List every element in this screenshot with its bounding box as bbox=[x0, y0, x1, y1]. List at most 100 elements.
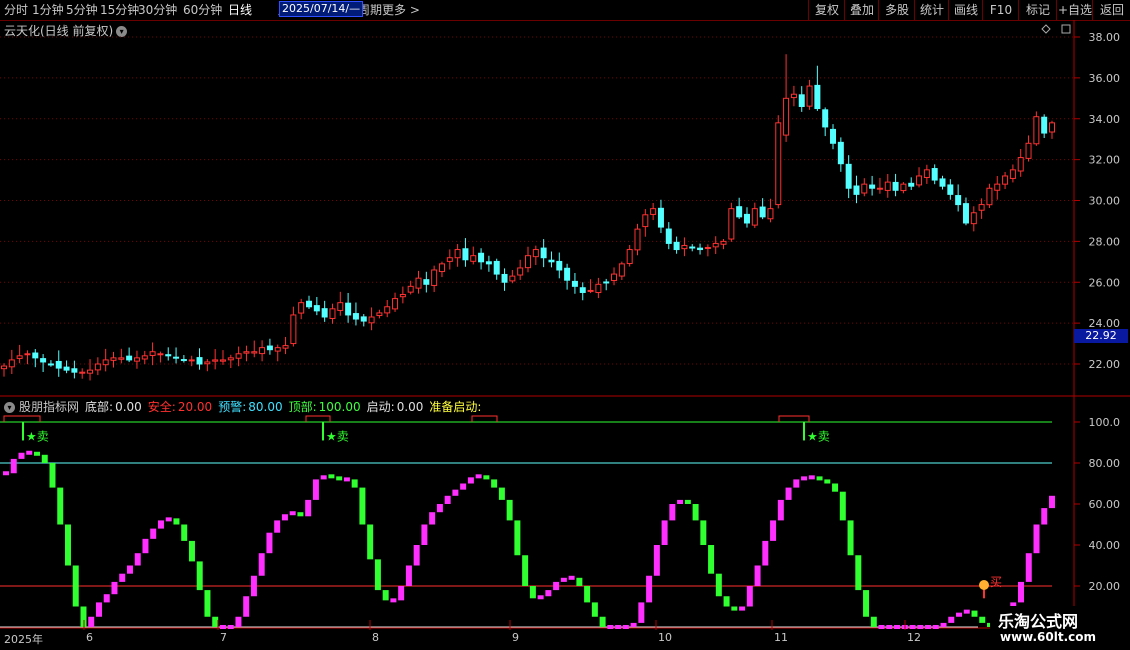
oscillator-bar bbox=[33, 451, 40, 456]
candle bbox=[235, 353, 242, 359]
candle bbox=[579, 287, 586, 293]
period-tab-5[interactable]: 60分钟 bbox=[183, 2, 222, 18]
oscillator-bar bbox=[739, 606, 746, 611]
candle bbox=[1017, 157, 1024, 172]
oscillator-bar bbox=[181, 524, 188, 541]
oscillator-bar bbox=[979, 616, 986, 623]
candle bbox=[923, 169, 930, 178]
candle bbox=[384, 306, 391, 314]
oscillator-bar bbox=[568, 575, 575, 580]
oscillator-bar bbox=[475, 474, 482, 479]
candle bbox=[790, 93, 797, 99]
candle bbox=[751, 208, 758, 226]
oscillator-bar bbox=[3, 471, 9, 476]
period-tab-6[interactable]: 日线 bbox=[228, 2, 252, 18]
candle bbox=[485, 261, 492, 265]
toolbar-button-5[interactable]: F10 bbox=[982, 0, 1019, 20]
oscillator-bar bbox=[444, 495, 451, 504]
oscillator-bar bbox=[281, 514, 288, 521]
oscillator-bar bbox=[351, 479, 358, 488]
oscillator-bar bbox=[723, 596, 730, 607]
candle bbox=[1033, 116, 1040, 145]
oscillator-bar bbox=[398, 586, 405, 601]
oscillator-bar bbox=[1033, 524, 1040, 554]
oscillator-bar bbox=[545, 590, 552, 597]
date-label-3: 8 bbox=[372, 631, 379, 644]
toolbar-button-8[interactable]: 返回 bbox=[1092, 0, 1130, 20]
square-icon bbox=[1061, 24, 1071, 34]
top-marker bbox=[305, 415, 331, 422]
period-tab-4[interactable]: 30分钟 bbox=[138, 2, 177, 18]
price-axis-label: 22.00 bbox=[1089, 358, 1121, 371]
period-tab-1[interactable]: 1分钟 bbox=[32, 2, 64, 18]
oscillator-bar bbox=[126, 565, 133, 574]
oscillator-bar bbox=[948, 616, 955, 623]
period-tab-2[interactable]: 5分钟 bbox=[66, 2, 98, 18]
top-marker bbox=[471, 415, 498, 422]
oscillator-bar bbox=[700, 520, 707, 545]
oscillator-bar bbox=[382, 590, 389, 601]
oscillator-bar bbox=[95, 602, 102, 617]
candle bbox=[102, 359, 109, 366]
period-tab-0[interactable]: 分时 bbox=[4, 2, 28, 18]
toolbar-button-7[interactable]: +自选 bbox=[1056, 0, 1093, 20]
oscillator-bar bbox=[708, 545, 715, 574]
indicator-axis-label: 100.0 bbox=[1089, 416, 1121, 429]
oscillator-bar bbox=[1049, 495, 1055, 509]
candle bbox=[227, 357, 234, 361]
oscillator-bar bbox=[808, 475, 815, 480]
candle bbox=[767, 208, 774, 220]
oscillator-bar bbox=[219, 625, 226, 629]
oscillator-bar bbox=[622, 625, 629, 629]
candle bbox=[603, 281, 610, 284]
candle bbox=[16, 355, 23, 359]
candle bbox=[1049, 122, 1055, 133]
candle bbox=[689, 246, 696, 249]
candle bbox=[1025, 142, 1032, 159]
candle bbox=[994, 183, 1001, 191]
toolbar-button-6[interactable]: 标记 bbox=[1018, 0, 1057, 20]
candle bbox=[1009, 169, 1016, 179]
oscillator-bar bbox=[10, 458, 17, 474]
candle bbox=[571, 280, 578, 287]
oscillator-bar bbox=[429, 512, 436, 525]
candle bbox=[775, 122, 782, 206]
candle bbox=[306, 300, 313, 308]
toolbar-button-1[interactable]: 叠加 bbox=[844, 0, 879, 20]
oscillator-bar bbox=[677, 499, 684, 504]
oscillator-bar bbox=[88, 616, 95, 627]
oscillator-bar bbox=[847, 520, 854, 556]
oscillator-bar bbox=[816, 476, 823, 481]
candle bbox=[204, 361, 211, 365]
oscillator-bar bbox=[1041, 508, 1048, 525]
candle bbox=[157, 353, 164, 356]
candle bbox=[118, 357, 125, 360]
candle bbox=[798, 94, 805, 107]
oscillator-bar bbox=[669, 504, 676, 521]
candle bbox=[399, 294, 406, 298]
toolbar-button-2[interactable]: 多股 bbox=[878, 0, 915, 20]
oscillator-bar bbox=[824, 479, 831, 484]
price-axis-label: 38.00 bbox=[1089, 31, 1121, 44]
toolbar-button-3[interactable]: 统计 bbox=[914, 0, 949, 20]
oscillator-bar bbox=[359, 487, 366, 525]
candle bbox=[720, 240, 727, 245]
candle bbox=[321, 308, 328, 318]
oscillator-bar bbox=[646, 575, 653, 603]
oscillator-bar bbox=[204, 590, 211, 617]
candle bbox=[79, 371, 86, 374]
oscillator-bar bbox=[1025, 553, 1032, 582]
oscillator-bar bbox=[142, 538, 149, 554]
period-tab-3[interactable]: 15分钟 bbox=[100, 2, 139, 18]
period-tab-10[interactable]: 更多 > bbox=[382, 2, 420, 18]
oscillator-bar bbox=[839, 491, 846, 521]
oscillator-bar bbox=[49, 463, 56, 488]
candle bbox=[212, 359, 219, 362]
candle bbox=[853, 185, 860, 195]
oscillator-bar bbox=[80, 606, 87, 627]
toolbar-button-4[interactable]: 画线 bbox=[948, 0, 983, 20]
candle bbox=[681, 244, 688, 250]
toolbar-button-0[interactable]: 复权 bbox=[808, 0, 845, 20]
candle bbox=[540, 247, 547, 259]
oscillator-bar bbox=[715, 573, 722, 597]
